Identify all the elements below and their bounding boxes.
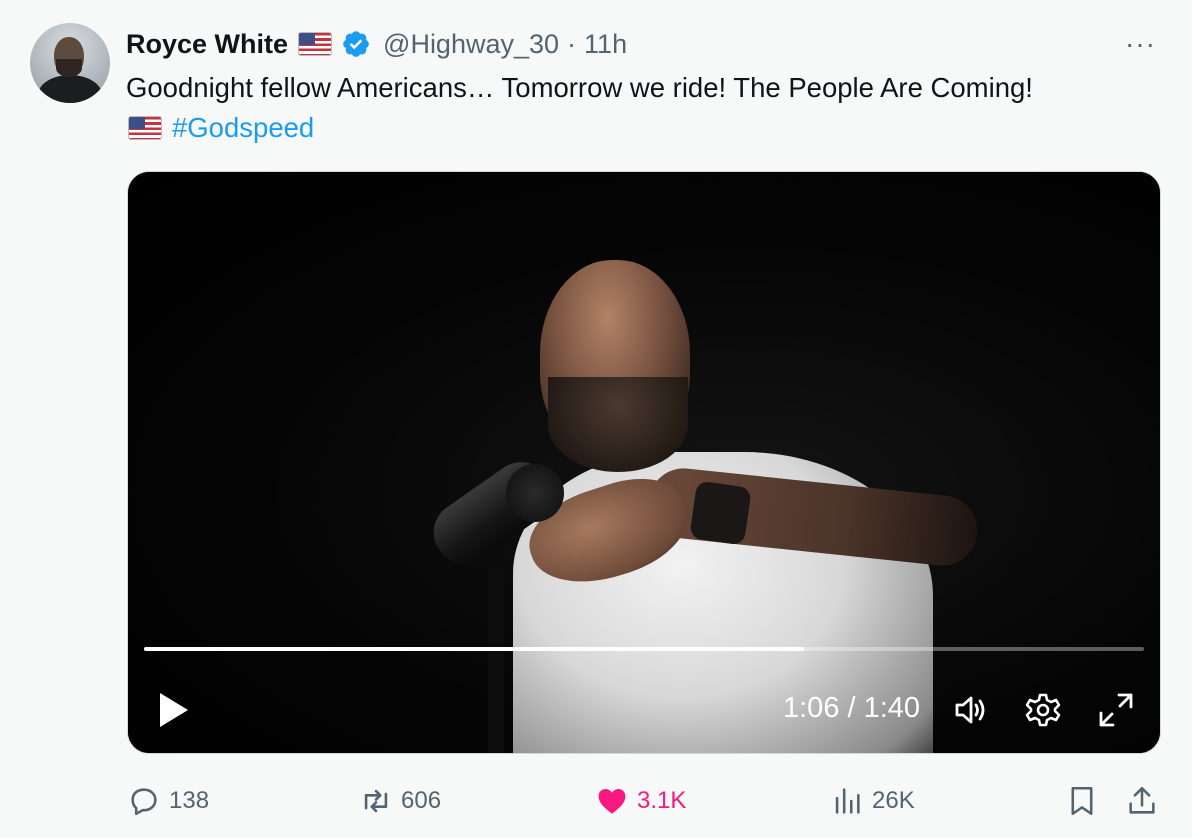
- user-name[interactable]: Royce White: [126, 29, 288, 60]
- separator-dot: ·: [567, 28, 577, 59]
- reply-icon: [131, 788, 157, 816]
- video-subject-beard: [548, 377, 688, 472]
- tweet-header: Royce White @Highway_30 · 11h: [126, 26, 627, 62]
- play-icon[interactable]: [156, 690, 192, 730]
- video-progress-fill: [144, 647, 804, 651]
- avatar-body: [38, 75, 102, 103]
- settings-icon[interactable]: [1023, 690, 1063, 730]
- video-frame: [128, 172, 1160, 753]
- reply-button[interactable]: 138: [127, 780, 209, 822]
- hashtag-link[interactable]: #Godspeed: [172, 108, 314, 148]
- views-button[interactable]: 26K: [830, 780, 915, 822]
- us-flag-icon: [298, 32, 333, 56]
- tweet-text-line2: #Godspeed: [126, 108, 1033, 148]
- like-button[interactable]: 3.1K: [595, 780, 686, 822]
- video-timecode: 1:06 / 1:40: [783, 692, 921, 724]
- avatar[interactable]: [30, 23, 110, 103]
- heart-icon: [598, 788, 626, 814]
- tweet-text-line: Goodnight fellow Americans… Tomorrow we …: [126, 72, 1033, 103]
- share-icon: [1129, 786, 1155, 814]
- views-chart-icon: [835, 788, 860, 814]
- like-count: 3.1K: [637, 787, 687, 814]
- video-subject-watch: [689, 480, 752, 546]
- tweet-timestamp[interactable]: 11h: [584, 29, 627, 60]
- repost-count: 606: [401, 787, 442, 814]
- repost-icon: [364, 789, 388, 813]
- verified-badge-icon[interactable]: [341, 29, 371, 59]
- fullscreen-icon[interactable]: [1096, 690, 1136, 730]
- bookmark-icon: [1071, 786, 1093, 816]
- views-count: 26K: [872, 787, 915, 814]
- tweet-action-bar: 138 606 3.1K 26K: [127, 780, 1167, 822]
- us-flag-icon: [128, 116, 162, 140]
- avatar-beard: [56, 59, 82, 77]
- volume-icon[interactable]: [950, 690, 990, 730]
- reply-count: 138: [169, 787, 210, 814]
- tweet-text: Goodnight fellow Americans… Tomorrow we …: [126, 68, 1033, 148]
- user-handle[interactable]: @Highway_30: [383, 29, 559, 60]
- repost-button[interactable]: 606: [359, 780, 441, 822]
- more-dots-icon[interactable]: ···: [1125, 28, 1156, 60]
- microphone-stand: [488, 567, 504, 753]
- bookmark-button[interactable]: [1065, 780, 1107, 822]
- video-player[interactable]: 1:06 / 1:40: [127, 171, 1161, 754]
- share-button[interactable]: [1125, 780, 1167, 822]
- microphone-grill: [506, 464, 564, 522]
- video-progress-bar[interactable]: [144, 647, 1144, 651]
